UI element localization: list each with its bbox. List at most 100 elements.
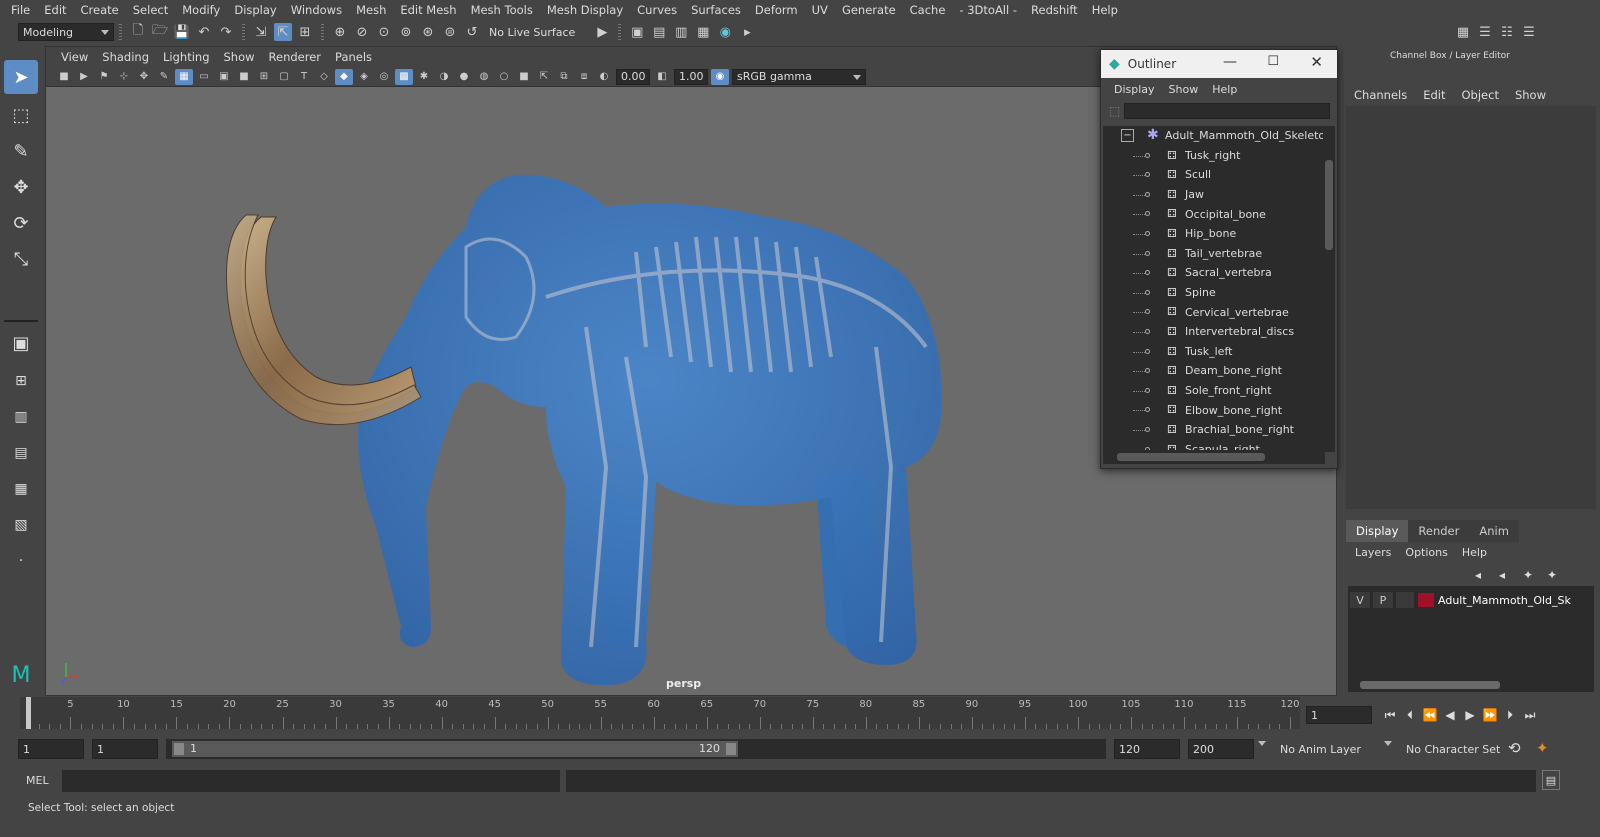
safe-action-icon[interactable]: ▢ <box>275 69 293 85</box>
chevron-down-icon[interactable] <box>1384 741 1392 746</box>
play-backward-icon[interactable]: ◀ <box>1440 706 1460 724</box>
menu-deform[interactable]: Deform <box>748 3 805 17</box>
field-chart-icon[interactable]: ⊞ <box>255 69 273 85</box>
move-layer-down-icon[interactable]: ◂ <box>1492 566 1512 584</box>
camera-select-icon[interactable]: ■ <box>55 69 73 85</box>
step-forward-icon[interactable]: ⏵ <box>1500 706 1520 724</box>
current-time-marker[interactable] <box>26 697 31 729</box>
tree-item[interactable]: ⚃ Tusk_right <box>1103 146 1323 166</box>
four-view-icon[interactable]: ⊞ <box>4 364 38 398</box>
outliner-titlebar[interactable]: ◆ Outliner — ☐ ✕ <box>1101 50 1337 78</box>
isolate-select-icon[interactable]: ⇱ <box>535 69 553 85</box>
prev-key-icon[interactable]: ⏪ <box>1420 706 1440 724</box>
depth-of-field-icon[interactable]: ■ <box>515 69 533 85</box>
anim-start-field[interactable]: 1 <box>92 739 158 759</box>
screen-space-ao-icon[interactable]: ● <box>455 69 473 85</box>
range-handle-right[interactable] <box>726 743 736 755</box>
camera-attributes-icon[interactable]: ▶ <box>75 69 93 85</box>
2d-pan-icon[interactable]: ✥ <box>135 69 153 85</box>
time-slider[interactable]: 1510152025303540455055606570758085909510… <box>0 697 1600 735</box>
ipr-render-icon[interactable]: ▥ <box>672 23 690 41</box>
tree-item[interactable]: ⚃ Tail_vertebrae <box>1103 244 1323 264</box>
layer-playback-toggle[interactable]: P <box>1373 592 1393 608</box>
xray-components-icon[interactable]: ⧈ <box>575 69 593 85</box>
menu-surfaces[interactable]: Surfaces <box>684 3 748 17</box>
select-component-icon[interactable]: ⊞ <box>296 23 314 41</box>
tree-item[interactable]: ⚃ Sole_front_right <box>1103 381 1323 401</box>
film-gate-icon[interactable]: ▭ <box>195 69 213 85</box>
xray-icon[interactable]: ◎ <box>375 69 393 85</box>
select-hierarchy-icon[interactable]: ⇲ <box>252 23 270 41</box>
menu-redshift[interactable]: Redshift <box>1024 3 1085 17</box>
snap-view-icon[interactable]: ⊛ <box>419 23 437 41</box>
viewport-menu-lighting[interactable]: Lighting <box>156 50 216 64</box>
outliner-menu-show[interactable]: Show <box>1162 83 1206 96</box>
animation-prefs-icon[interactable]: ✦ <box>1536 739 1549 757</box>
uv-layout-icon[interactable]: ▧ <box>4 508 38 542</box>
tab-anim[interactable]: Anim <box>1469 520 1519 542</box>
menu-generate[interactable]: Generate <box>835 3 903 17</box>
menu-create[interactable]: Create <box>74 3 126 17</box>
outliner-horizontal-scrollbar[interactable] <box>1103 450 1325 464</box>
step-back-icon[interactable]: ⏴ <box>1400 706 1420 724</box>
tree-item[interactable]: ⚃ Scull <box>1103 165 1323 185</box>
layer-menu-options[interactable]: Options <box>1398 546 1454 559</box>
channel-menu-show[interactable]: Show <box>1507 88 1554 102</box>
command-input[interactable] <box>62 770 560 792</box>
mode-menu-dropdown[interactable]: Modeling <box>18 23 114 41</box>
menu-display[interactable]: Display <box>227 3 283 17</box>
play-icon[interactable]: ▶ <box>593 23 611 41</box>
tree-item[interactable]: ⚃ Jaw <box>1103 185 1323 205</box>
menu-help[interactable]: Help <box>1085 3 1125 17</box>
workspace-icon[interactable]: ▦ <box>1454 23 1472 41</box>
start-time-field[interactable]: 1 <box>18 739 84 759</box>
menu-windows[interactable]: Windows <box>284 3 349 17</box>
perspective-outliner-icon[interactable]: ▥ <box>4 400 38 434</box>
channel-menu-object[interactable]: Object <box>1454 88 1507 102</box>
move-layer-up-icon[interactable]: ◂ <box>1468 566 1488 584</box>
time-slider-track[interactable]: 1510152025303540455055606570758085909510… <box>20 697 1300 729</box>
new-layer-icon[interactable]: ✦ <box>1518 566 1538 584</box>
end-time-field[interactable]: 200 <box>1188 739 1254 759</box>
undo-icon[interactable]: ↶ <box>195 23 213 41</box>
minimize-icon[interactable]: — <box>1223 54 1237 70</box>
anim-layer-dropdown[interactable]: No Anim Layer <box>1276 739 1382 759</box>
menu-edit[interactable]: Edit <box>37 3 73 17</box>
snap-grid-icon[interactable]: ⊕ <box>331 23 349 41</box>
hypershade-layout-icon[interactable]: ▦ <box>4 472 38 506</box>
save-scene-icon[interactable]: 💾 <box>173 23 191 41</box>
attribute-editor-icon[interactable]: ☷ <box>1498 23 1516 41</box>
viewport-menu-shading[interactable]: Shading <box>95 50 156 64</box>
menu-mesh-tools[interactable]: Mesh Tools <box>464 3 540 17</box>
textured-icon[interactable]: ▩ <box>395 68 413 85</box>
wireframe-on-shaded-icon[interactable]: ◈ <box>355 69 373 85</box>
layer-reference-toggle[interactable] <box>1396 592 1414 608</box>
scale-tool-icon[interactable]: ⤡ <box>4 242 38 276</box>
layer-menu-help[interactable]: Help <box>1455 546 1494 559</box>
tree-item[interactable]: ⚃ Tusk_left <box>1103 342 1323 362</box>
close-icon[interactable]: ✕ <box>1310 53 1323 71</box>
lights-icon[interactable]: ✱ <box>415 69 433 85</box>
scroll-thumb[interactable] <box>1325 160 1333 250</box>
wireframe-icon[interactable]: ◇ <box>315 69 333 85</box>
render-frame-icon[interactable]: ▦ <box>694 23 712 41</box>
outliner-menu-display[interactable]: Display <box>1107 83 1162 96</box>
exposure-icon[interactable]: ◐ <box>595 69 613 85</box>
tab-render[interactable]: Render <box>1408 520 1470 542</box>
viewport-menu-panels[interactable]: Panels <box>328 50 379 64</box>
maximize-icon[interactable]: ☐ <box>1267 54 1279 69</box>
outliner-vertical-scrollbar[interactable] <box>1323 126 1335 452</box>
menu-curves[interactable]: Curves <box>630 3 684 17</box>
viewport-menu-show[interactable]: Show <box>217 50 262 64</box>
rotate-tool-icon[interactable]: ⟳ <box>4 206 38 240</box>
tree-item[interactable]: ⚃ Occipital_bone <box>1103 204 1323 224</box>
layer-row[interactable]: V P Adult_Mammoth_Old_Sk <box>1348 589 1594 611</box>
menu-mesh[interactable]: Mesh <box>349 3 393 17</box>
snap-surface-icon[interactable]: ⊜ <box>441 23 459 41</box>
range-slider-handle[interactable]: 1 120 <box>172 741 738 757</box>
menu-select[interactable]: Select <box>126 3 175 17</box>
script-editor-icon[interactable]: ▤ <box>1542 770 1560 790</box>
lasso-tool-icon[interactable]: ⬚ <box>4 98 38 132</box>
viewport-menu-view[interactable]: View <box>54 50 95 64</box>
menu-edit-mesh[interactable]: Edit Mesh <box>393 3 463 17</box>
